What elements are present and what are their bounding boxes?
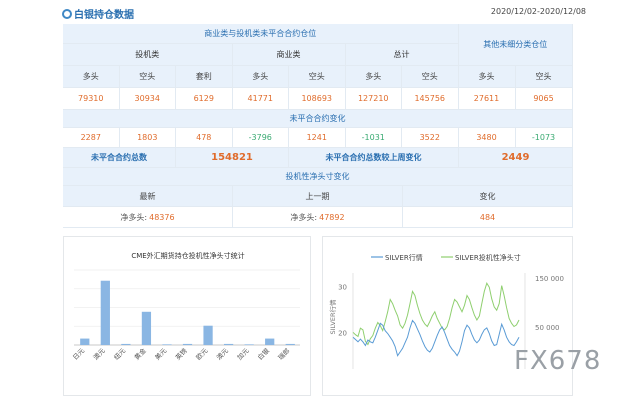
x-tick-label: 瑞郎 xyxy=(276,346,292,362)
position-value: 6129 xyxy=(176,88,233,110)
x-tick-label: 黄金 xyxy=(132,346,148,362)
column-header: 空头 xyxy=(289,66,346,88)
page-title: 白银持仓数据 xyxy=(74,10,134,21)
y-right-tick: 50 000 xyxy=(535,324,560,332)
y-right-tick: 150 000 xyxy=(535,275,564,283)
group-commercial: 商业类 xyxy=(232,44,346,66)
net-long-value: 47892 xyxy=(319,212,345,222)
change-value: 1803 xyxy=(119,128,176,148)
weekly-change-label: 未平合合约总数较上周变化 xyxy=(289,148,459,168)
bar xyxy=(80,338,90,345)
net-long-label: 净多头: xyxy=(120,212,148,222)
section-net-position-change: 投机性净头寸变化 xyxy=(63,168,573,186)
bar-chart-panel: CME外汇期货持仓投机性净头寸统计 日元 澳元 纽元 黄金 美元 英镑 欧元 澳元 加元 白银 瑞郎 xyxy=(63,236,311,396)
latest-net-long: 净多头: 48376 xyxy=(63,207,233,228)
column-header: 多头 xyxy=(458,66,516,88)
legend-net-position: SILVER投机性净头寸 xyxy=(455,253,521,262)
net-long-change: 484 xyxy=(403,207,573,228)
weekly-change-value: 2449 xyxy=(459,148,573,168)
series-line-net-position xyxy=(352,281,520,346)
change-value: 1241 xyxy=(289,128,346,148)
position-value: 41771 xyxy=(232,88,289,110)
bar xyxy=(141,311,152,345)
date-range: 2020/12/02-2020/12/08 xyxy=(490,7,586,16)
x-tick-label: 白银 xyxy=(255,346,271,362)
bar xyxy=(162,344,172,345)
position-value: 9065 xyxy=(515,88,573,110)
change-value: 478 xyxy=(176,128,233,148)
change-value: 3480 xyxy=(458,128,516,148)
bar xyxy=(285,343,295,345)
position-value: 79310 xyxy=(63,88,120,110)
table-other-header: 其他未细分类仓位 xyxy=(458,24,573,66)
x-tick-label: 加元 xyxy=(235,346,251,362)
table-main-header: 商业类与投机类未平合合约仓位 xyxy=(63,24,459,44)
change-value: -3796 xyxy=(232,128,289,148)
bar xyxy=(182,343,193,345)
column-header: 多头 xyxy=(345,66,402,88)
x-tick-label: 澳元 xyxy=(214,346,230,362)
legend-silver-price: SILVER行情 xyxy=(385,253,423,262)
bar-chart-title: CME外汇期货持仓投机性净头寸统计 xyxy=(131,251,244,260)
x-tick-label: 欧元 xyxy=(194,346,210,362)
position-value: 127210 xyxy=(345,88,402,110)
bar xyxy=(121,343,131,345)
group-total: 总计 xyxy=(345,44,459,66)
column-header: 多头 xyxy=(63,66,120,88)
column-header: 多头 xyxy=(232,66,289,88)
column-header: 套利 xyxy=(176,66,233,88)
previous-header: 上一期 xyxy=(233,186,403,207)
bar xyxy=(203,325,213,345)
total-open-interest-value: 154821 xyxy=(176,148,289,168)
net-long-label: 净多头: xyxy=(290,212,318,222)
column-header: 空头 xyxy=(119,66,176,88)
x-tick-label: 日元 xyxy=(71,346,86,361)
latest-header: 最新 xyxy=(63,186,233,207)
change-value: -1073 xyxy=(515,128,573,148)
x-tick-label: 美元 xyxy=(153,346,169,362)
previous-net-long: 净多头: 47892 xyxy=(233,207,403,228)
y-left-tick: 20 xyxy=(338,330,347,338)
change-value: 3522 xyxy=(402,128,459,148)
column-header: 空头 xyxy=(402,66,459,88)
bar xyxy=(244,344,254,345)
total-open-interest-label: 未平合合约总数 xyxy=(63,148,176,168)
x-tick-label: 澳元 xyxy=(91,346,107,362)
bar xyxy=(223,343,234,345)
series-line-silver-price xyxy=(352,319,520,357)
position-value: 108693 xyxy=(289,88,346,110)
x-tick-label: 英镑 xyxy=(173,346,189,362)
column-header: 空头 xyxy=(515,66,573,88)
change-header: 变化 xyxy=(403,186,573,207)
bar xyxy=(265,338,275,345)
bar xyxy=(100,280,110,345)
position-value: 27611 xyxy=(458,88,516,110)
y-left-tick: 30 xyxy=(338,283,347,291)
watermark-logo: FX678 xyxy=(514,346,602,376)
net-long-value: 48376 xyxy=(149,212,175,222)
position-value: 30934 xyxy=(119,88,176,110)
x-tick-label: 纽元 xyxy=(112,346,128,362)
y-left-axis-label: SILVER行情 xyxy=(328,299,337,335)
page-header: 白银持仓数据 2020/12/02-2020/12/08 xyxy=(52,5,592,23)
refresh-circle-icon xyxy=(62,9,72,19)
change-value: 2287 xyxy=(63,128,120,148)
group-speculative: 投机类 xyxy=(63,44,233,66)
section-open-interest-change: 未平合合约变化 xyxy=(63,110,573,128)
bar-chart: CME外汇期货持仓投机性净头寸统计日元 澳元 纽元 黄金 美元 英镑 欧元 澳元 加元 白银 瑞郎 xyxy=(71,251,300,362)
position-value: 145756 xyxy=(402,88,459,110)
positions-table: 商业类与投机类未平合合约仓位 其他未细分类仓位 投机类 商业类 总计 多头 空头 套利 多头 空头… xyxy=(63,24,573,228)
change-value: -1031 xyxy=(345,128,402,148)
